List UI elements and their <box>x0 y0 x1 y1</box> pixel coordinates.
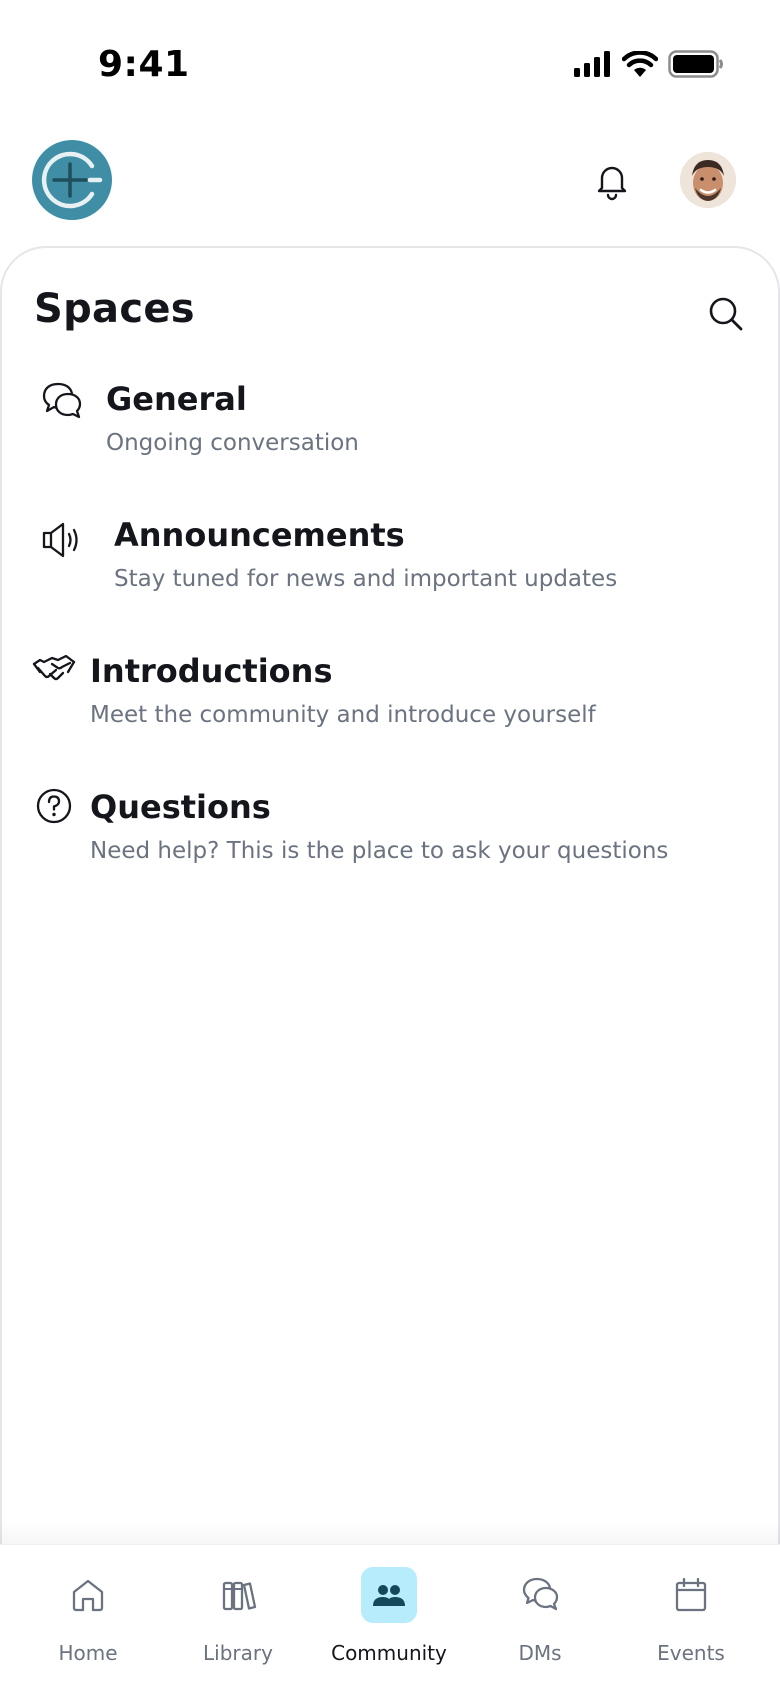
handshake-icon <box>32 648 76 692</box>
community-screen: 9:41 Spaces General Ongoing conversation… <box>0 0 780 1688</box>
nav-item-events[interactable]: Events <box>616 1545 766 1688</box>
nav-label-community: Community <box>331 1641 447 1665</box>
page-title: Spaces <box>34 286 195 332</box>
app-header <box>0 132 780 248</box>
home-icon <box>60 1567 116 1623</box>
nav-item-home[interactable]: Home <box>13 1545 163 1688</box>
wifi-icon <box>621 50 659 82</box>
space-name: General <box>106 380 247 418</box>
library-icon <box>210 1567 266 1623</box>
calendar-icon <box>663 1567 719 1623</box>
megaphone-icon <box>40 518 84 562</box>
chat-bubbles-icon <box>512 1567 568 1623</box>
nav-item-community[interactable]: Community <box>314 1545 464 1688</box>
chat-bubbles-icon <box>40 380 84 424</box>
community-icon <box>361 1567 417 1623</box>
nav-label-home: Home <box>58 1641 118 1665</box>
space-item-announcements[interactable]: Announcements Stay tuned for news and im… <box>2 516 780 628</box>
space-name: Introductions <box>90 652 333 690</box>
nav-label-events: Events <box>657 1641 725 1665</box>
space-name: Questions <box>90 788 271 826</box>
search-icon[interactable] <box>706 294 746 334</box>
nav-item-dms[interactable]: DMs <box>465 1545 615 1688</box>
space-description: Stay tuned for news and important update… <box>114 566 618 592</box>
space-item-questions[interactable]: Questions Need help? This is the place t… <box>2 788 780 900</box>
space-description: Need help? This is the place to ask your… <box>90 838 669 864</box>
nav-item-library[interactable]: Library <box>163 1545 313 1688</box>
status-time: 9:41 <box>98 44 190 85</box>
space-item-introductions[interactable]: Introductions Meet the community and int… <box>2 652 780 764</box>
bottom-nav-shadow <box>0 1520 780 1544</box>
space-description: Ongoing conversation <box>106 430 359 456</box>
status-icons <box>574 50 724 83</box>
nav-label-library: Library <box>203 1641 273 1665</box>
space-item-general[interactable]: General Ongoing conversation <box>2 380 780 492</box>
community-logo-icon[interactable] <box>32 140 112 220</box>
bell-icon[interactable] <box>590 158 634 202</box>
space-name: Announcements <box>114 516 405 554</box>
battery-icon <box>668 50 724 83</box>
cellular-signal-icon <box>574 51 612 82</box>
nav-label-dms: DMs <box>518 1641 562 1665</box>
bottom-nav: Home Library Community DMs Events <box>0 1544 780 1688</box>
space-description: Meet the community and introduce yoursel… <box>90 702 596 728</box>
spaces-panel: Spaces General Ongoing conversation Anno… <box>0 246 780 1546</box>
status-bar: 9:41 <box>0 0 780 132</box>
user-avatar[interactable] <box>680 152 736 208</box>
question-circle-icon <box>32 784 76 828</box>
